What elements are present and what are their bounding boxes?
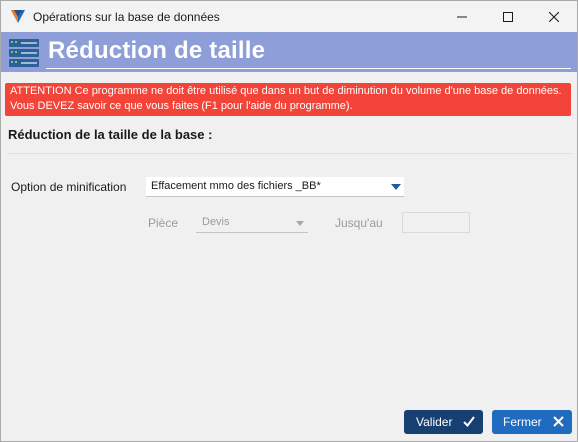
valider-button[interactable]: Valider <box>404 410 483 434</box>
piece-label: Pièce <box>148 216 179 230</box>
window-title: Opérations sur la base de données <box>33 10 220 24</box>
section-divider <box>7 153 571 154</box>
warning-message: ATTENTION Ce programme ne doit être util… <box>5 83 571 116</box>
banner-underline <box>46 68 571 69</box>
close-button[interactable] <box>531 1 577 32</box>
chevron-down-icon[interactable] <box>391 184 401 190</box>
option-select[interactable]: Effacement mmo des fichiers _BB* <box>146 177 404 197</box>
option-select-value: Effacement mmo des fichiers _BB* <box>151 180 321 192</box>
close-icon <box>549 11 559 22</box>
jusquau-date-input[interactable] <box>402 212 470 233</box>
minimize-icon <box>457 16 467 17</box>
server-rack-icon <box>9 39 39 67</box>
fermer-button[interactable]: Fermer <box>492 410 572 434</box>
valider-button-label: Valider <box>416 415 453 429</box>
piece-select-value: Devis <box>202 216 230 228</box>
header-banner: Réduction de taille <box>1 32 577 72</box>
maximize-button[interactable] <box>485 1 531 32</box>
fermer-button-label: Fermer <box>503 415 542 429</box>
chevron-down-icon[interactable] <box>296 221 304 226</box>
page-title: Réduction de taille <box>48 37 266 64</box>
title-bar[interactable]: Opérations sur la base de données <box>1 1 577 32</box>
minimize-button[interactable] <box>439 1 485 32</box>
close-x-icon <box>553 416 564 427</box>
maximize-icon <box>503 11 513 22</box>
piece-select[interactable]: Devis <box>196 212 308 233</box>
option-label: Option de minification <box>11 180 127 194</box>
app-logo-icon <box>11 10 25 23</box>
section-title: Réduction de la taille de la base : <box>8 127 213 142</box>
checkmark-icon <box>463 416 475 427</box>
dialog-window: Opérations sur la base de données Réduct… <box>0 0 578 442</box>
jusquau-label: Jusqu'au <box>335 216 383 230</box>
